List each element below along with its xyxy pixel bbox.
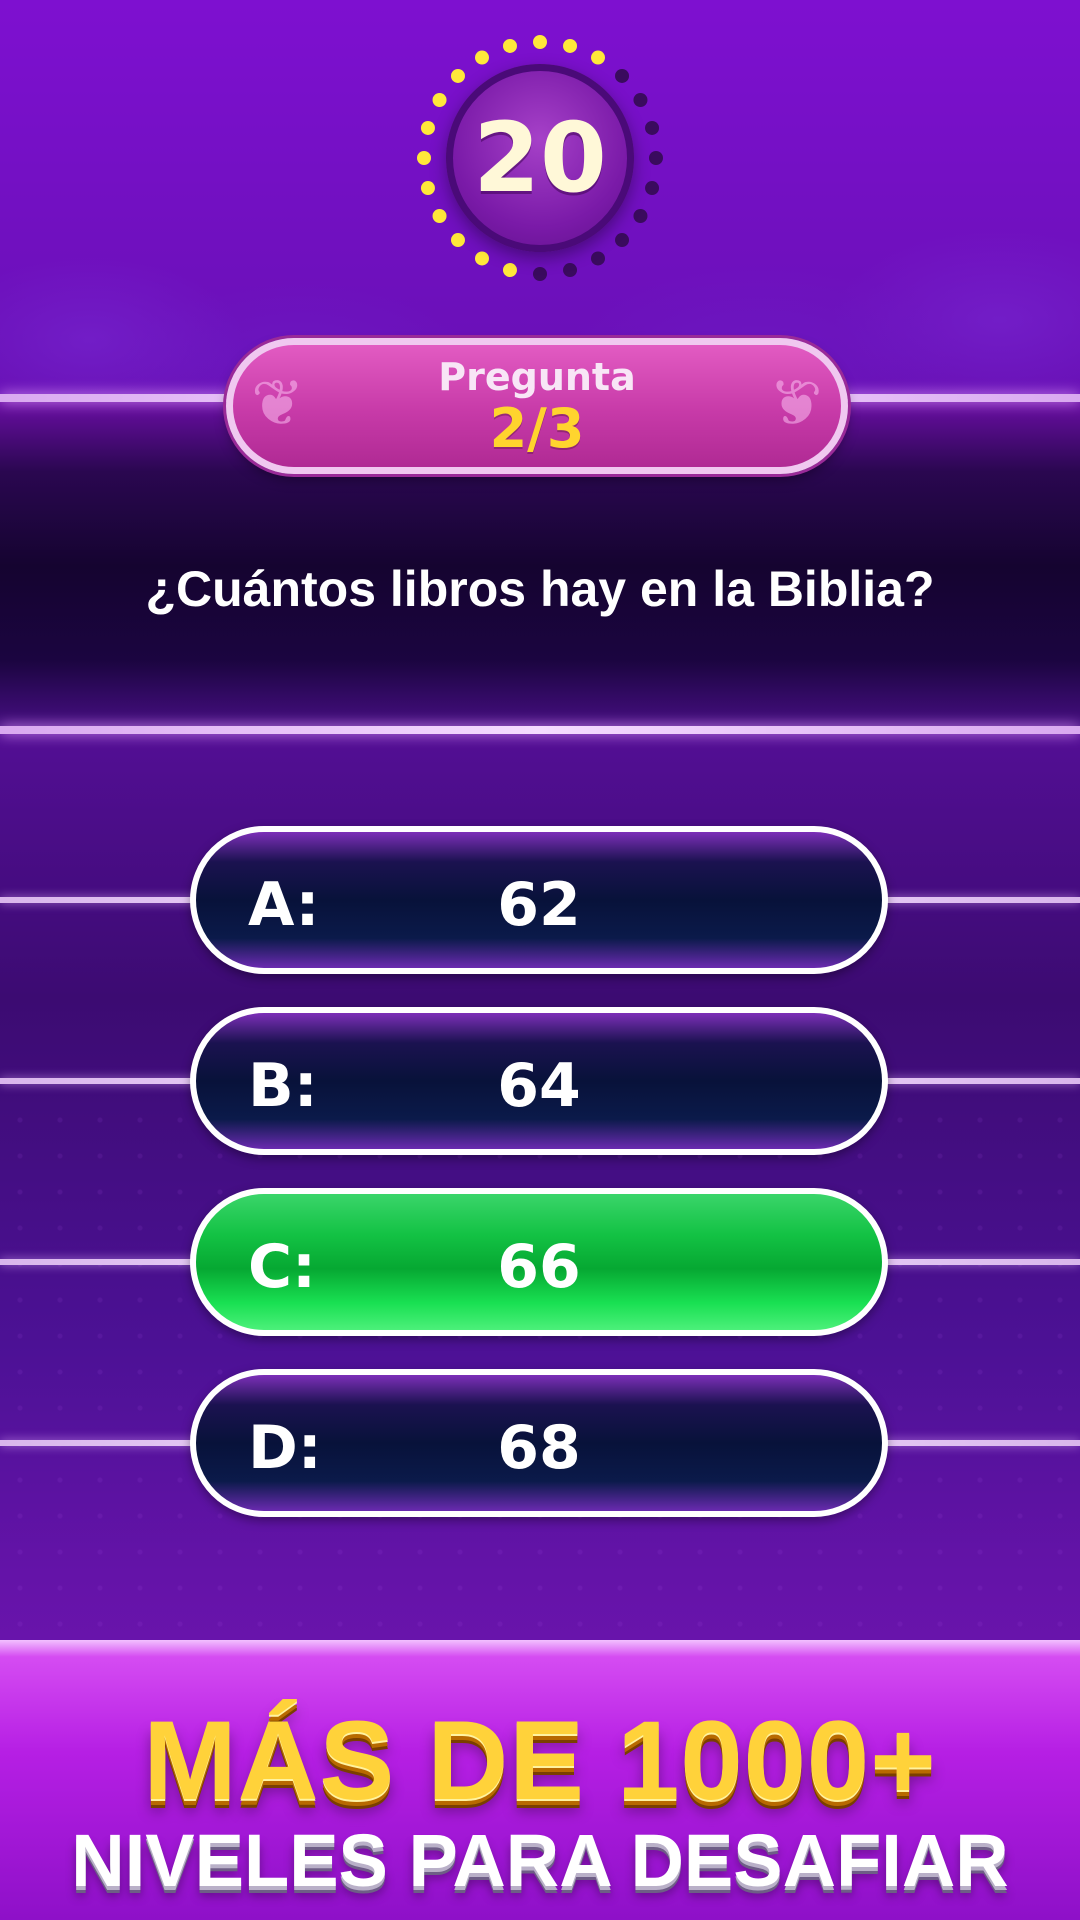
timer-value: 20: [473, 102, 607, 214]
timer-dot: [420, 120, 435, 135]
question-text: ¿Cuántos libros hay en la Biblia?: [145, 561, 935, 617]
panel-bottom-line: [0, 726, 1080, 734]
timer-dot: [450, 68, 465, 83]
timer-dot: [615, 68, 630, 83]
timer-core: 20: [446, 64, 634, 252]
promo-subheadline: NIVELES PARA DESAFIAR: [71, 1819, 1009, 1902]
timer-dot: [563, 263, 578, 278]
timer-dot: [563, 38, 578, 53]
timer-dot: [475, 50, 489, 65]
answer-value: 66: [497, 1232, 581, 1302]
answer-value: 64: [497, 1051, 581, 1121]
promo-headline: MÁS DE 1000+: [143, 1698, 937, 1823]
timer-dot: [502, 263, 517, 278]
timer-dot: [633, 93, 648, 107]
timer-dot: [649, 151, 663, 165]
answer-option-b[interactable]: B: 64: [190, 1007, 888, 1155]
answer-option-a[interactable]: A: 62: [190, 826, 888, 974]
timer-dot: [450, 233, 465, 248]
timer-dot: [591, 251, 605, 266]
timer-dot: [645, 181, 660, 196]
question-label: Pregunta: [438, 355, 636, 399]
timer-dot: [502, 38, 517, 53]
answer-option-c[interactable]: C: 66: [190, 1188, 888, 1336]
answer-value: 62: [497, 870, 581, 940]
timer-dot: [633, 209, 648, 223]
timer-dot: [645, 120, 660, 135]
timer-dot: [420, 181, 435, 196]
question-counter-badge: ❦ ❦ Pregunta 2/3: [226, 338, 848, 474]
timer-dot: [591, 50, 605, 65]
countdown-timer: 20: [410, 28, 670, 288]
timer-dot: [533, 35, 547, 49]
question-counter: 2/3: [489, 397, 585, 460]
answer-value: 68: [497, 1413, 581, 1483]
timer-dot: [615, 233, 630, 248]
timer-dot: [432, 209, 447, 223]
timer-dot: [432, 93, 447, 107]
timer-dot: [533, 267, 547, 281]
answer-option-d[interactable]: D: 68: [190, 1369, 888, 1517]
timer-dot: [475, 251, 489, 266]
timer-dot: [417, 151, 431, 165]
